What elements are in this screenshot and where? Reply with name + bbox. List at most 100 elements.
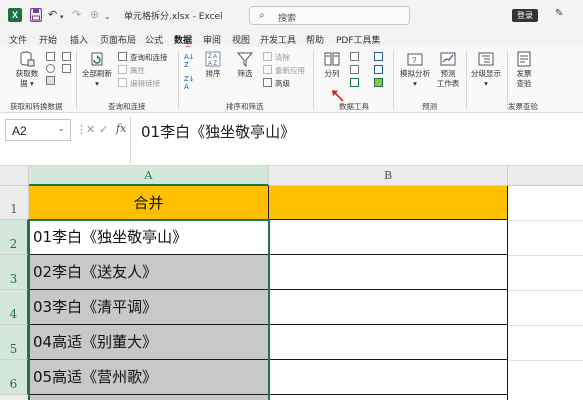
row-header-7[interactable]: [0, 395, 29, 400]
cell-b5[interactable]: [269, 325, 508, 360]
search-box[interactable]: ⌕ 搜索: [249, 6, 410, 25]
group-label-queries: 查询和连接: [108, 102, 146, 111]
tab-file[interactable]: 文件: [9, 33, 27, 46]
undo-icon[interactable]: ↶: [48, 7, 57, 23]
row-header-2[interactable]: 2: [0, 220, 29, 255]
forecast-sheet-button[interactable]: 预测 工作表: [434, 51, 462, 89]
chevron-down-icon[interactable]: ⌄: [57, 124, 65, 134]
invoice-check-button[interactable]: 发票 查验: [512, 51, 536, 89]
save-icon[interactable]: [30, 8, 42, 22]
tab-home[interactable]: 开始: [39, 33, 57, 46]
data-model-button[interactable]: [374, 78, 386, 89]
row-header-5[interactable]: 5: [0, 325, 29, 360]
customize-toolbar-icon[interactable]: ⌄: [104, 9, 111, 25]
row-number: 1: [10, 202, 18, 216]
tab-view[interactable]: 视图: [232, 33, 250, 46]
cell-b6[interactable]: [269, 360, 508, 395]
tab-page-layout[interactable]: 页面布局: [100, 33, 136, 46]
sort-asc-button[interactable]: A↓ Z: [184, 53, 195, 69]
properties-button[interactable]: 属性: [118, 65, 145, 76]
text-to-columns-icon: [324, 52, 340, 66]
filter-icon: [237, 52, 253, 67]
svg-text:Z A: Z A: [208, 54, 217, 60]
outline-button[interactable]: 分级显示 ▾: [468, 51, 504, 89]
tab-insert[interactable]: 插入: [70, 33, 88, 46]
flash-fill-icon: [350, 52, 359, 61]
row-header-4[interactable]: 4: [0, 290, 29, 325]
what-if-label-2: ▾: [413, 79, 417, 88]
row-number: 4: [9, 307, 18, 321]
edit-links-button[interactable]: 编辑链接: [118, 78, 160, 89]
forecast-label-2: 工作表: [436, 79, 460, 88]
row-header-3[interactable]: 3: [0, 255, 29, 290]
cell-a3[interactable]: 02李白《送友人》: [29, 255, 269, 290]
undo-dropdown-icon[interactable]: ▾: [60, 9, 64, 25]
refresh-all-button[interactable]: 全部刷新 ▾: [80, 51, 114, 89]
tab-pdf-tools[interactable]: PDF工具集: [336, 33, 381, 46]
data-validation-button[interactable]: [350, 78, 362, 89]
tab-help[interactable]: 帮助: [306, 33, 324, 46]
cell-a6[interactable]: 05高适《营州歌》: [29, 360, 269, 395]
formula-input[interactable]: 01李白《独坐敬亭山》: [130, 117, 583, 163]
queries-connections-button[interactable]: 查询和连接: [118, 52, 168, 63]
get-data-button[interactable]: 获取数 据 ▾: [12, 51, 42, 89]
enter-icon[interactable]: ✓: [99, 123, 108, 136]
insert-function-icon[interactable]: fx: [116, 122, 126, 135]
recent-sources-button[interactable]: [62, 52, 74, 63]
cell-a1[interactable]: 合并: [29, 186, 269, 220]
filter-button[interactable]: 筛选: [233, 51, 257, 79]
login-button[interactable]: 登录: [512, 9, 538, 22]
cell-b3[interactable]: [269, 255, 508, 290]
name-box[interactable]: A2 ⌄: [5, 119, 71, 141]
from-web-button[interactable]: [46, 64, 58, 75]
reapply-button[interactable]: 重新应用: [263, 65, 305, 76]
group-label-sort-filter: 排序和筛选: [226, 102, 264, 111]
clear-button[interactable]: 清除: [263, 52, 290, 63]
web-icon: [46, 64, 55, 73]
sort-button[interactable]: Z A A Z 排序: [203, 51, 223, 79]
title-separator: -: [192, 12, 196, 22]
remove-duplicates-button[interactable]: [350, 65, 362, 76]
flash-fill-button[interactable]: [350, 52, 362, 63]
worksheet-grid[interactable]: A B 1 2 3 4 5 6 合并 01李白《独坐敬亭山》 02李白《送友人》…: [0, 166, 583, 400]
advanced-filter-icon: [263, 78, 272, 87]
formula-bar: A2 ⌄ ⋮ ✕ ✓ fx 01李白《独坐敬亭山》: [0, 113, 583, 166]
refresh-all-label-1: 全部刷新: [82, 69, 112, 78]
column-header-a[interactable]: A: [29, 166, 269, 186]
column-header-c[interactable]: [508, 166, 583, 186]
outline-label-1: 分级显示: [471, 69, 501, 78]
what-if-analysis-button[interactable]: ? 模拟分析 ▾: [398, 51, 432, 89]
tab-developer[interactable]: 开发工具: [260, 33, 296, 46]
cell-b2[interactable]: [269, 220, 508, 255]
invoice-label-1: 发票: [516, 69, 532, 78]
cell-a7[interactable]: [29, 395, 269, 400]
existing-connections-button[interactable]: [62, 64, 74, 75]
relationships-button[interactable]: [374, 65, 386, 76]
select-all-corner[interactable]: [0, 166, 29, 186]
cell-b4[interactable]: [269, 290, 508, 325]
redo-icon[interactable]: ↷: [72, 7, 81, 23]
cancel-icon[interactable]: ✕: [86, 123, 95, 136]
row-header-1[interactable]: 1: [0, 186, 29, 220]
what-if-icon: ?: [407, 53, 423, 66]
tab-formulas[interactable]: 公式: [145, 33, 163, 46]
pen-icon[interactable]: ✎: [555, 8, 563, 19]
text-to-columns-button[interactable]: 分列: [320, 51, 344, 79]
gridline: [508, 325, 583, 326]
cell-a4[interactable]: 03李白《清平调》: [29, 290, 269, 325]
column-header-b[interactable]: B: [269, 166, 508, 186]
cell-a2[interactable]: 01李白《独坐敬亭山》: [29, 220, 269, 255]
row-header-6[interactable]: 6: [0, 360, 29, 395]
from-table-button[interactable]: [46, 76, 58, 87]
sort-desc-button[interactable]: Z↓ A: [184, 75, 195, 91]
pin-icon[interactable]: ⊕: [90, 7, 99, 23]
advanced-button[interactable]: 高级: [263, 78, 290, 89]
cell-a5[interactable]: 04高适《别董大》: [29, 325, 269, 360]
cell-b1[interactable]: [269, 186, 508, 220]
group-label-invoice: 发票查验: [508, 102, 538, 111]
from-text-button[interactable]: [46, 52, 58, 63]
cell-b7[interactable]: [269, 395, 508, 400]
tab-review[interactable]: 审阅: [203, 33, 221, 46]
gridline: [508, 220, 583, 221]
consolidate-button[interactable]: [374, 52, 386, 63]
